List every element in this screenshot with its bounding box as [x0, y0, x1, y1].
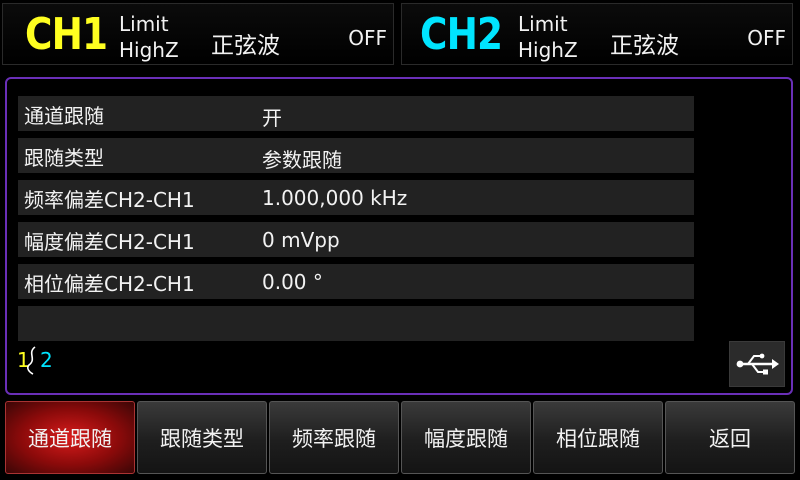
ch1-status-panel[interactable]: CH1 Limit HighZ 正弦波 OFF — [2, 3, 394, 65]
page-divider-icon — [26, 346, 36, 375]
ch2-status-panel[interactable]: CH2 Limit HighZ 正弦波 OFF — [401, 3, 793, 65]
row-value: 参数跟随 — [262, 148, 342, 172]
settings-panel: 通道跟随 开 跟随类型 参数跟随 频率偏差CH2-CH1 1.000,000 k… — [5, 77, 793, 395]
ch1-label: CH1 — [25, 9, 108, 60]
usb-icon — [729, 341, 785, 387]
ch2-limit-text: Limit — [518, 12, 568, 36]
ch1-limit-text: Limit — [119, 12, 169, 36]
row-value: 0 mVpp — [262, 228, 340, 252]
channel-header: CH1 Limit HighZ 正弦波 OFF CH2 Limit HighZ … — [0, 0, 800, 70]
row-value: 开 — [262, 106, 282, 130]
settings-row-follow-type[interactable]: 跟随类型 参数跟随 — [18, 138, 694, 173]
ch1-waveform-text: 正弦波 — [211, 33, 280, 59]
page-2-indicator: 2 — [40, 348, 53, 372]
settings-list: 通道跟随 开 跟随类型 参数跟随 频率偏差CH2-CH1 1.000,000 k… — [18, 96, 694, 348]
ch2-waveform-text: 正弦波 — [610, 33, 679, 59]
ch2-label: CH2 — [420, 9, 503, 60]
settings-row-empty — [18, 306, 694, 341]
softkey-frequency-follow[interactable]: 频率跟随 — [269, 401, 399, 474]
row-value: 1.000,000 kHz — [262, 186, 408, 210]
page-indicator[interactable]: 1 2 — [14, 345, 54, 375]
settings-row-frequency-offset[interactable]: 频率偏差CH2-CH1 1.000,000 kHz — [18, 180, 694, 215]
row-label: 幅度偏差CH2-CH1 — [24, 230, 195, 254]
row-value: 0.00 ° — [262, 270, 323, 294]
ch2-output-state: OFF — [747, 26, 786, 50]
row-label: 跟随类型 — [24, 146, 104, 170]
settings-row-channel-follow[interactable]: 通道跟随 开 — [18, 96, 694, 131]
softkey-channel-follow[interactable]: 通道跟随 — [5, 401, 135, 474]
row-label: 频率偏差CH2-CH1 — [24, 188, 195, 212]
row-label: 相位偏差CH2-CH1 — [24, 272, 195, 296]
softkey-bar: 通道跟随 跟随类型 频率跟随 幅度跟随 相位跟随 返回 — [5, 401, 795, 474]
ch2-impedance-text: HighZ — [518, 38, 578, 62]
ch1-output-state: OFF — [348, 26, 387, 50]
row-label: 通道跟随 — [24, 104, 104, 128]
settings-row-amplitude-offset[interactable]: 幅度偏差CH2-CH1 0 mVpp — [18, 222, 694, 257]
softkey-amplitude-follow[interactable]: 幅度跟随 — [401, 401, 531, 474]
softkey-phase-follow[interactable]: 相位跟随 — [533, 401, 663, 474]
settings-row-phase-offset[interactable]: 相位偏差CH2-CH1 0.00 ° — [18, 264, 694, 299]
softkey-follow-type[interactable]: 跟随类型 — [137, 401, 267, 474]
ch1-impedance-text: HighZ — [119, 38, 179, 62]
softkey-back[interactable]: 返回 — [665, 401, 795, 474]
